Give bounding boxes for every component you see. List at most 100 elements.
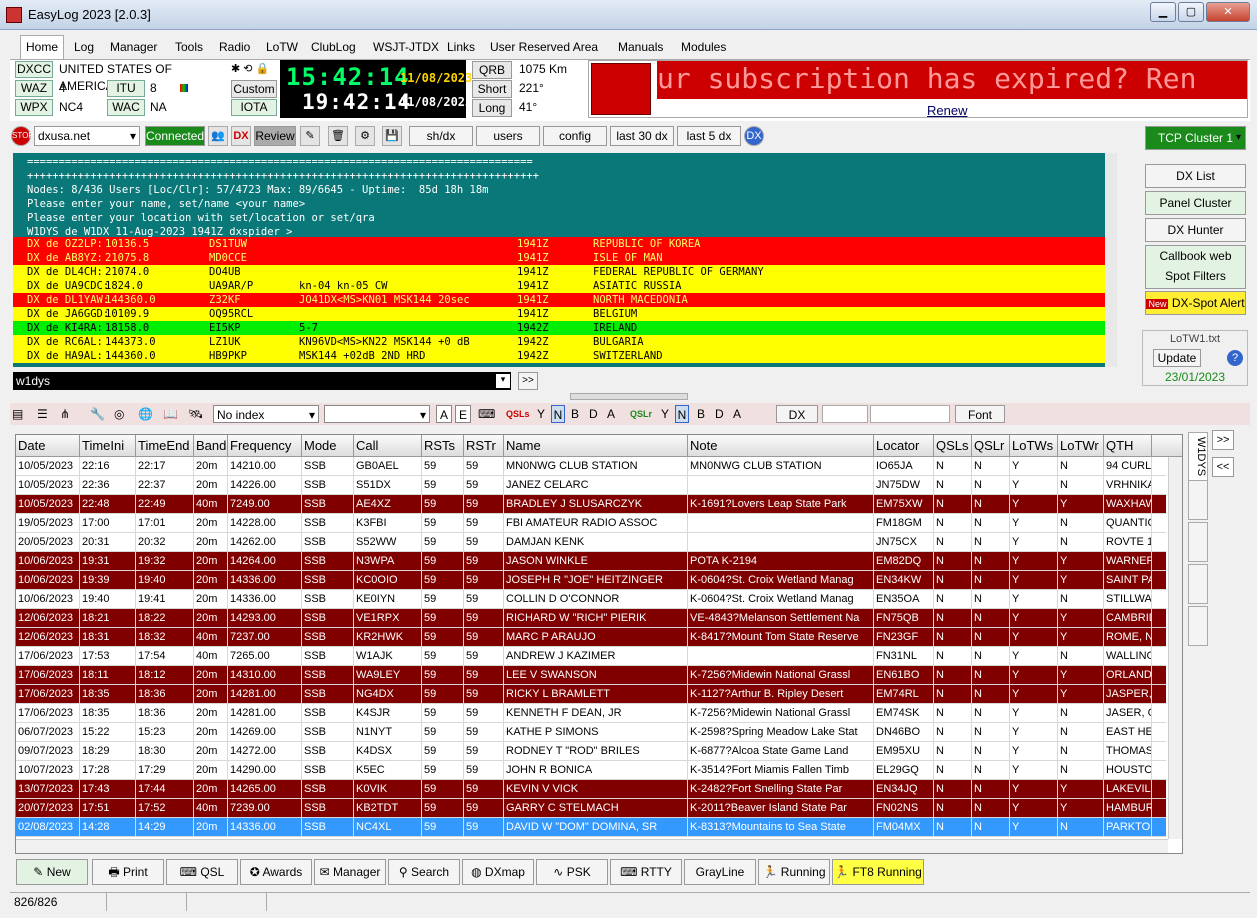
table-row[interactable]: 10/07/2023 17:28 17:29 20m 14290.00 SSB K5EC 59… xyxy=(16,761,1166,780)
edit-icon[interactable]: ✎ xyxy=(300,126,320,146)
qslr-d[interactable]: D xyxy=(715,405,727,423)
spot-line[interactable]: DX de OZ2LP: 10136.5 DS1TUW 1941Z REPUBLIC O… xyxy=(13,237,1105,251)
column-header[interactable]: TimeIni xyxy=(80,435,136,457)
panel-cluster-button[interactable]: Panel Cluster xyxy=(1145,191,1246,215)
renew-link[interactable]: Renew xyxy=(927,103,967,118)
menu-home[interactable]: Home xyxy=(20,35,65,59)
list-icon[interactable]: ☰ xyxy=(37,405,55,423)
search-button[interactable]: ⚲ Search xyxy=(388,859,460,885)
qslr-a[interactable]: A xyxy=(733,405,745,423)
column-header[interactable]: Mode xyxy=(302,435,354,457)
user-icon[interactable]: 👥 xyxy=(208,126,228,146)
config-button[interactable]: config xyxy=(543,126,607,146)
iota-label[interactable]: IOTA xyxy=(231,99,277,116)
qsls-d[interactable]: D xyxy=(589,405,601,423)
index-select[interactable]: No index ▾ xyxy=(213,405,319,423)
table-row[interactable]: 02/08/2023 14:28 14:29 20m 14336.00 SSB NC4XL 5… xyxy=(16,818,1166,837)
rtty-button[interactable]: ⌨ RTTY xyxy=(610,859,682,885)
review-button[interactable]: Review xyxy=(254,126,296,146)
side-tab-empty[interactable] xyxy=(1188,522,1208,562)
column-header[interactable]: Name xyxy=(504,435,688,457)
print-button[interactable]: 🖶 Print xyxy=(92,859,164,885)
side-tab-empty[interactable] xyxy=(1188,480,1208,520)
column-header[interactable]: Frequency xyxy=(228,435,302,457)
spot-line[interactable]: DX de HA9AL: 144360.0 HB9PKP MSK144 +02dB 2… xyxy=(13,349,1105,363)
manager-button[interactable]: ✉ Manager xyxy=(314,859,386,885)
splitter-handle[interactable] xyxy=(570,393,688,400)
callbook-filters-button[interactable]: Callbook web Spot Filters xyxy=(1145,245,1246,289)
spot-line[interactable]: DX de UA9CDC: 1824.0 UA9AR/P kn-04 kn-05 CW… xyxy=(13,279,1105,293)
qslr-n[interactable]: N xyxy=(675,405,689,423)
qslr-y[interactable]: Y xyxy=(661,405,673,423)
table-row[interactable]: 10/06/2023 19:39 19:40 20m 14336.00 SSB KC0OIO… xyxy=(16,571,1166,590)
side-tab-empty[interactable] xyxy=(1188,606,1208,646)
table-row[interactable]: 13/07/2023 17:43 17:44 20m 14265.00 SSB K0VIK 5… xyxy=(16,780,1166,799)
next-log-button[interactable]: >> xyxy=(1212,430,1234,450)
network-icon[interactable]: ⚙ xyxy=(355,126,375,146)
dx-filter-button[interactable]: DX xyxy=(776,405,818,423)
ft8-running-button[interactable]: 🏃 FT8 Running xyxy=(832,859,924,885)
column-header[interactable]: Date xyxy=(16,435,80,457)
globe-icon[interactable]: 🌐 xyxy=(138,405,156,423)
tab-w1dys[interactable]: W1DYS xyxy=(1188,432,1208,482)
running-button[interactable]: 🏃 Running xyxy=(758,859,830,885)
cluster-command-input[interactable]: w1dys xyxy=(13,372,511,390)
table-row[interactable]: 10/05/2023 22:48 22:49 40m 7249.00 SSB AE4XZ 59… xyxy=(16,495,1166,514)
lotw-update-button[interactable]: Update xyxy=(1153,349,1201,367)
help-icon[interactable]: ? xyxy=(1227,350,1243,366)
qsls-y[interactable]: Y xyxy=(537,405,549,423)
table-row[interactable]: 17/06/2023 18:35 18:36 20m 14281.00 SSB NG4DX 5… xyxy=(16,685,1166,704)
grayline-button[interactable]: GrayLine xyxy=(684,859,756,885)
spot-line[interactable]: DX de DL1YAW: 144360.0 Z32KF JO41DX<MS>KN01… xyxy=(13,293,1105,307)
cd-icon[interactable]: ◎ xyxy=(114,405,132,423)
qsls-b[interactable]: B xyxy=(571,405,583,423)
dxcc-tools-icons[interactable]: ✱ ⟲ 🔒 xyxy=(229,61,279,78)
column-header[interactable]: Note xyxy=(688,435,874,457)
menu-wsjt-jtdx[interactable]: WSJT-JTDX xyxy=(373,40,439,54)
dx-filter-input-1[interactable] xyxy=(822,405,868,423)
save-icon[interactable]: 💾 xyxy=(382,126,402,146)
table-row[interactable]: 20/05/2023 20:31 20:32 20m 14262.00 SSB S52WW 5… xyxy=(16,533,1166,552)
cluster-server-select[interactable]: dxusa.net ▾ xyxy=(34,126,140,146)
table-row[interactable]: 09/07/2023 18:29 18:30 20m 14272.00 SSB K4DSX 5… xyxy=(16,742,1166,761)
dx-spot-alert-button[interactable]: New DX-Spot Alert xyxy=(1145,291,1246,315)
table-row[interactable]: 12/06/2023 18:21 18:22 20m 14293.00 SSB VE1RPX… xyxy=(16,609,1166,628)
table-row[interactable]: 17/06/2023 17:53 17:54 40m 7265.00 SSB W1AJK 59… xyxy=(16,647,1166,666)
menu-modules[interactable]: Modules xyxy=(681,40,726,54)
prev-log-button[interactable]: << xyxy=(1212,457,1234,477)
table-vscrollbar[interactable] xyxy=(1168,457,1182,839)
column-header[interactable]: QSLs xyxy=(934,435,972,457)
chart-icon[interactable]: ⋔ xyxy=(60,405,82,423)
menu-clublog[interactable]: ClubLog xyxy=(311,40,356,54)
document-icon[interactable]: ▤ xyxy=(12,405,30,423)
table-row[interactable]: 10/06/2023 19:40 19:41 20m 14336.00 SSB KE0IYN… xyxy=(16,590,1166,609)
qsls-n[interactable]: N xyxy=(551,405,565,423)
menu-links[interactable]: Links xyxy=(447,40,475,54)
table-row[interactable]: 06/07/2023 15:22 15:23 20m 14269.00 SSB N1NYT 5… xyxy=(16,723,1166,742)
column-header[interactable]: RSTr xyxy=(464,435,504,457)
menu-radio[interactable]: Radio xyxy=(219,40,250,54)
column-header[interactable]: QSLr xyxy=(972,435,1010,457)
console-scrollbar[interactable] xyxy=(1105,153,1117,367)
column-header[interactable]: TimeEnd xyxy=(136,435,194,457)
spot-line[interactable]: DX de KI4RA: 18158.0 EI5KP 5-7 1942Z IRELAND xyxy=(13,321,1105,335)
custom-button[interactable]: Custom xyxy=(231,80,277,98)
qsl-button[interactable]: ⌨ QSL xyxy=(166,859,238,885)
table-row[interactable]: 10/05/2023 22:36 22:37 20m 14226.00 SSB S51DX 5… xyxy=(16,476,1166,495)
a-filter-button[interactable]: A xyxy=(436,405,452,423)
qslr-b[interactable]: B xyxy=(697,405,709,423)
new-button[interactable]: ✎ New xyxy=(16,859,88,885)
column-header[interactable]: Call xyxy=(354,435,422,457)
font-button[interactable]: Font xyxy=(955,405,1005,423)
column-header[interactable]: Band xyxy=(194,435,228,457)
minimize-button[interactable]: ▁ xyxy=(1150,2,1176,22)
stop-icon[interactable]: STOP xyxy=(11,126,34,146)
table-hscrollbar[interactable] xyxy=(16,839,1168,853)
awards-button[interactable]: ✪ Awards xyxy=(240,859,312,885)
column-header[interactable]: LoTWs xyxy=(1010,435,1058,457)
table-row[interactable]: 10/05/2023 22:16 22:17 20m 14210.00 SSB GB0AEL… xyxy=(16,457,1166,476)
column-header[interactable]: RSTs xyxy=(422,435,464,457)
menu-lotw[interactable]: LoTW xyxy=(266,40,298,54)
filter-select[interactable]: ▾ xyxy=(324,405,430,423)
menu-manager[interactable]: Manager xyxy=(110,40,157,54)
